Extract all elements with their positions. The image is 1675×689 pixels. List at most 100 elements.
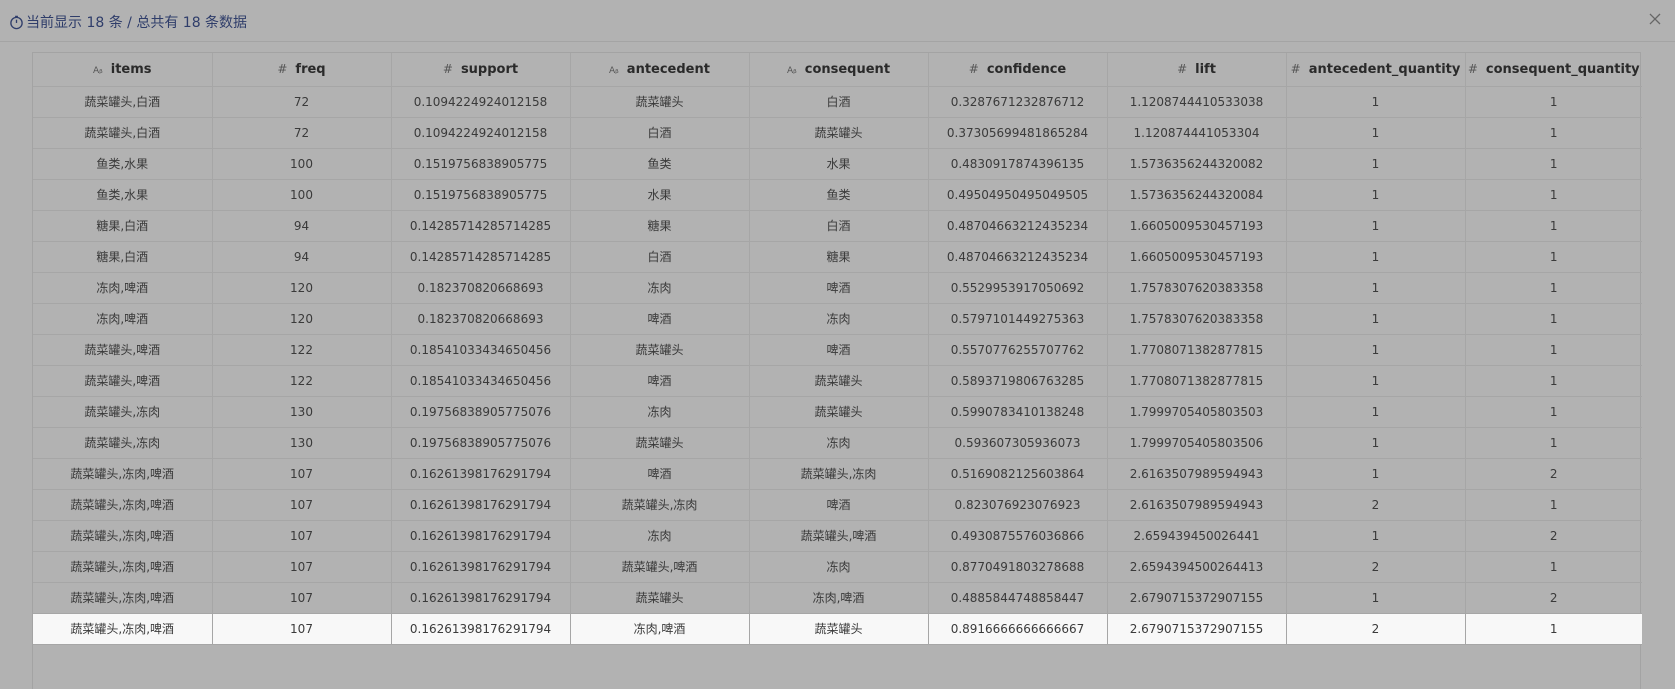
table-cell-antecedent: 冻肉,啤酒	[570, 613, 750, 645]
table-cell-freq: 130	[212, 396, 392, 428]
table-cell-items: 鱼类,水果	[33, 179, 213, 211]
table-cell-confidence: 0.49504950495049505	[928, 179, 1108, 211]
table-cell-confidence: 0.3287671232876712	[928, 86, 1108, 118]
column-header-label: lift	[1195, 61, 1216, 77]
table-row[interactable]: 糖果,白酒 94 0.14285714285714285 糖果 白酒 0.48704663…	[33, 210, 1642, 242]
table-row[interactable]: 冻肉,啤酒 120 0.182370820668693 啤酒 冻肉 0.579710144…	[33, 303, 1642, 335]
table-row[interactable]: 蔬菜罐头,冻肉 130 0.19756838905775076 蔬菜罐头 冻肉 0.593…	[33, 427, 1642, 459]
column-header-label: consequent_quantity	[1485, 61, 1640, 77]
table-cell-items: 蔬菜罐头,白酒	[33, 86, 213, 118]
table-cell-lift: 1.120874441053304	[1107, 117, 1287, 149]
column-header-support[interactable]: # support	[391, 53, 571, 87]
column-header-antecedent[interactable]: Aᵦ antecedent	[570, 53, 750, 87]
data-table-container[interactable]: Aᵦ items # freq # support Aᵦ antecedent Aᵦ conseq…	[32, 52, 1642, 689]
column-header-consequent[interactable]: Aᵦ consequent	[749, 53, 929, 87]
table-cell-freq: 100	[212, 148, 392, 180]
table-cell-lift: 1.7999705405803503	[1107, 396, 1287, 428]
clock-icon	[10, 15, 23, 29]
table-cell-freq: 107	[212, 613, 392, 645]
table-cell-consequent-quantity: 1	[1465, 179, 1642, 211]
table-cell-confidence: 0.5169082125603864	[928, 458, 1108, 490]
table-cell-confidence: 0.8770491803278688	[928, 551, 1108, 583]
column-header-confidence[interactable]: # confidence	[928, 53, 1108, 87]
table-cell-support: 0.14285714285714285	[391, 241, 571, 273]
table-cell-antecedent-quantity: 1	[1286, 303, 1466, 335]
table-cell-consequent-quantity: 1	[1465, 117, 1642, 149]
table-cell-support: 0.16261398176291794	[391, 613, 571, 645]
table-row[interactable]: 糖果,白酒 94 0.14285714285714285 白酒 糖果 0.48704663…	[33, 241, 1642, 273]
table-cell-freq: 107	[212, 582, 392, 614]
column-header-items[interactable]: Aᵦ items	[33, 53, 213, 87]
table-cell-freq: 94	[212, 241, 392, 273]
table-cell-consequent-quantity: 2	[1465, 458, 1642, 490]
table-cell-support: 0.1519756838905775	[391, 148, 571, 180]
table-cell-items: 冻肉,啤酒	[33, 272, 213, 304]
column-header-label: antecedent	[626, 61, 710, 77]
table-row[interactable]: 蔬菜罐头,冻肉,啤酒 107 0.16261398176291794 蔬菜罐头 冻肉,啤…	[33, 582, 1642, 614]
column-header-antecedent-quantity[interactable]: # antecedent_quantity	[1286, 53, 1466, 87]
table-cell-confidence: 0.5990783410138248	[928, 396, 1108, 428]
table-cell-freq: 72	[212, 117, 392, 149]
table-cell-consequent-quantity: 1	[1465, 613, 1642, 645]
table-cell-freq: 107	[212, 489, 392, 521]
table-cell-items: 蔬菜罐头,啤酒	[33, 334, 213, 366]
table-cell-consequent: 鱼类	[749, 179, 929, 211]
table-row[interactable]: 蔬菜罐头,啤酒 122 0.18541033434650456 蔬菜罐头 啤酒 0.557…	[33, 334, 1642, 366]
table-cell-antecedent: 鱼类	[570, 148, 750, 180]
table-cell-items: 蔬菜罐头,冻肉,啤酒	[33, 613, 213, 645]
table-row[interactable]: 蔬菜罐头,白酒 72 0.1094224924012158 蔬菜罐头 白酒 0.32876…	[33, 86, 1642, 118]
number-type-icon: #	[1290, 61, 1301, 76]
table-cell-lift: 2.6594394500264413	[1107, 551, 1287, 583]
table-cell-confidence: 0.5570776255707762	[928, 334, 1108, 366]
column-header-consequent-quantity[interactable]: # consequent_quantity	[1465, 53, 1642, 87]
table-cell-consequent-quantity: 1	[1465, 551, 1642, 583]
table-cell-antecedent-quantity: 1	[1286, 458, 1466, 490]
table-cell-items: 蔬菜罐头,冻肉	[33, 396, 213, 428]
table-cell-antecedent: 啤酒	[570, 458, 750, 490]
table-cell-antecedent: 糖果	[570, 210, 750, 242]
table-cell-lift: 1.7999705405803506	[1107, 427, 1287, 459]
table-row[interactable]: 冻肉,啤酒 120 0.182370820668693 冻肉 啤酒 0.552995391…	[33, 272, 1642, 304]
close-icon[interactable]	[1647, 11, 1663, 27]
table-cell-consequent: 冻肉,啤酒	[749, 582, 929, 614]
table-cell-consequent: 啤酒	[749, 334, 929, 366]
table-cell-consequent-quantity: 1	[1465, 365, 1642, 397]
table-cell-support: 0.16261398176291794	[391, 458, 571, 490]
table-cell-lift: 2.659439450026441	[1107, 520, 1287, 552]
table-cell-consequent-quantity: 2	[1465, 520, 1642, 552]
table-cell-consequent: 啤酒	[749, 272, 929, 304]
table-row[interactable]: 鱼类,水果 100 0.1519756838905775 鱼类 水果 0.48309178…	[33, 148, 1642, 180]
table-row[interactable]: 蔬菜罐头,冻肉,啤酒 107 0.16261398176291794 蔬菜罐头,啤酒冻…	[33, 551, 1642, 583]
table-cell-consequent-quantity: 2	[1465, 582, 1642, 614]
column-header-freq[interactable]: # freq	[212, 53, 392, 87]
table-row[interactable]: 蔬菜罐头,冻肉,啤酒 107 0.16261398176291794 冻肉,啤酒 蔬菜罐…	[33, 613, 1642, 645]
column-header-lift[interactable]: # lift	[1107, 53, 1287, 87]
table-cell-support: 0.19756838905775076	[391, 396, 571, 428]
table-cell-confidence: 0.5893719806763285	[928, 365, 1108, 397]
column-header-label: consequent	[804, 61, 891, 77]
table-cell-consequent: 冻肉	[749, 551, 929, 583]
table-cell-freq: 100	[212, 179, 392, 211]
table-row[interactable]: 蔬菜罐头,冻肉,啤酒 107 0.16261398176291794 冻肉 蔬菜罐头,啤…	[33, 520, 1642, 552]
table-cell-antecedent: 啤酒	[570, 365, 750, 397]
table-row[interactable]: 蔬菜罐头,冻肉 130 0.19756838905775076 冻肉 蔬菜罐头 0.599…	[33, 396, 1642, 428]
table-cell-lift: 2.6790715372907155	[1107, 613, 1287, 645]
table-cell-consequent-quantity: 1	[1465, 86, 1642, 118]
table-row[interactable]: 鱼类,水果 100 0.1519756838905775 水果 鱼类 0.49504950…	[33, 179, 1642, 211]
number-type-icon: #	[968, 61, 979, 76]
table-cell-support: 0.1094224924012158	[391, 117, 571, 149]
table-cell-support: 0.16261398176291794	[391, 489, 571, 521]
table-cell-lift: 1.5736356244320084	[1107, 179, 1287, 211]
table-cell-items: 糖果,白酒	[33, 241, 213, 273]
table-cell-consequent-quantity: 1	[1465, 241, 1642, 273]
data-table: Aᵦ items # freq # support Aᵦ antecedent Aᵦ conseq…	[33, 53, 1642, 645]
table-body: 蔬菜罐头,白酒 72 0.1094224924012158 蔬菜罐头 白酒 0.32876…	[33, 86, 1642, 645]
table-cell-confidence: 0.48704663212435234	[928, 241, 1108, 273]
table-row[interactable]: 蔬菜罐头,冻肉,啤酒 107 0.16261398176291794 啤酒 蔬菜罐头,冻…	[33, 458, 1642, 490]
table-row[interactable]: 蔬菜罐头,冻肉,啤酒 107 0.16261398176291794 蔬菜罐头,冻肉啤…	[33, 489, 1642, 521]
table-row[interactable]: 蔬菜罐头,啤酒 122 0.18541033434650456 啤酒 蔬菜罐头 0.589…	[33, 365, 1642, 397]
table-cell-consequent: 啤酒	[749, 489, 929, 521]
table-cell-support: 0.14285714285714285	[391, 210, 571, 242]
table-row[interactable]: 蔬菜罐头,白酒 72 0.1094224924012158 白酒 蔬菜罐头 0.37305…	[33, 117, 1642, 149]
table-cell-consequent-quantity: 1	[1465, 334, 1642, 366]
